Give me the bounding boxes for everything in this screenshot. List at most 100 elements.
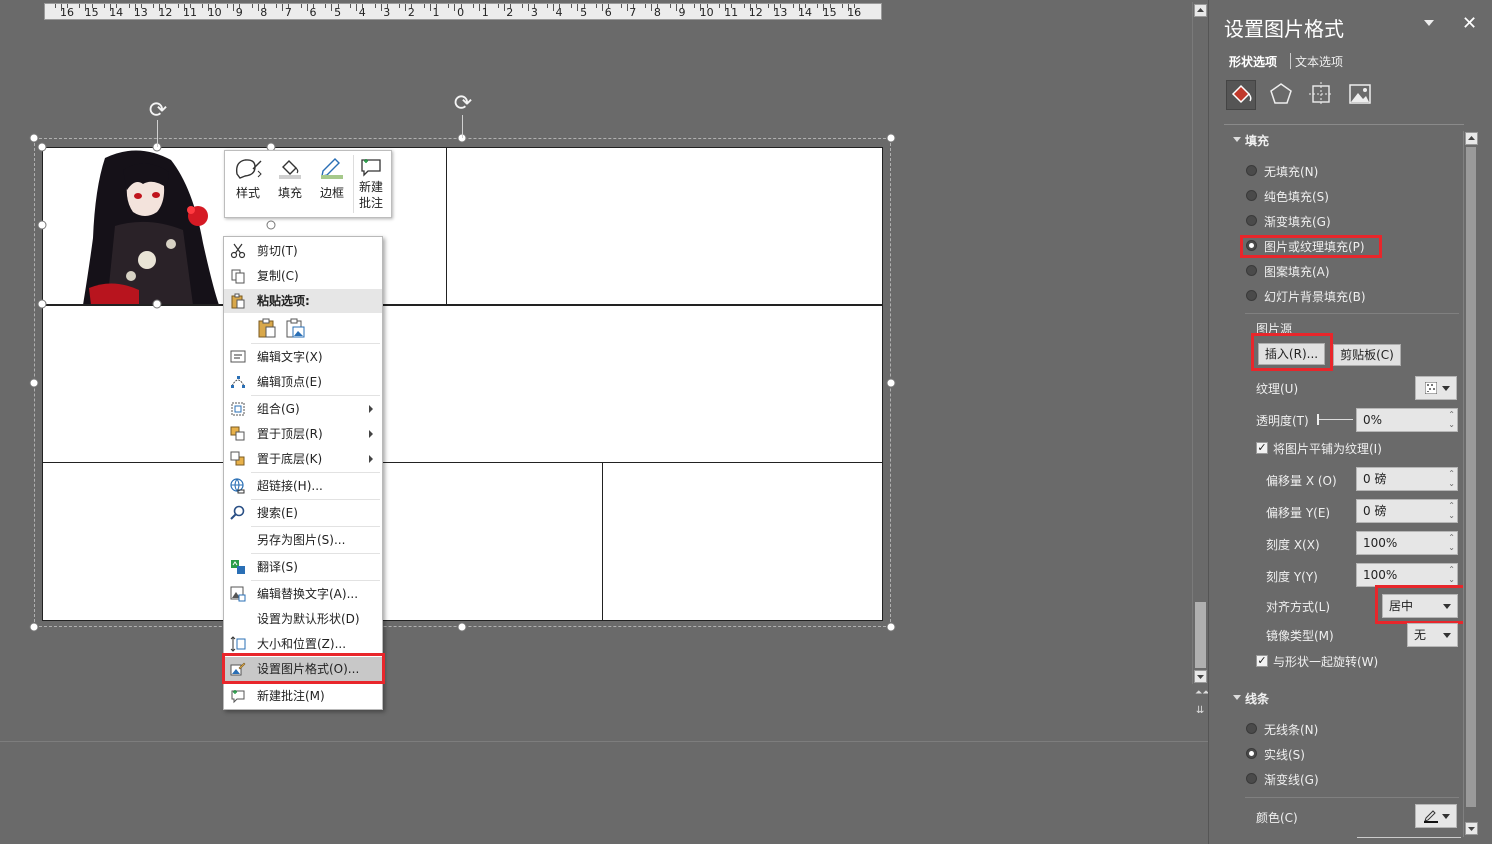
picture-category[interactable] xyxy=(1346,80,1376,110)
insert-button[interactable]: 插入(R)... xyxy=(1258,343,1325,365)
line-section-title[interactable]: 线条 xyxy=(1245,690,1269,707)
clipboard-button[interactable]: 剪贴板(C) xyxy=(1333,344,1401,366)
effects-category[interactable] xyxy=(1267,80,1297,110)
anime-girl-picture[interactable] xyxy=(43,148,223,305)
menu-item-copy[interactable]: 复制(C) xyxy=(224,264,382,288)
ruler-tick xyxy=(288,4,290,8)
picture-resize-handle[interactable] xyxy=(37,142,47,152)
texture-dropdown[interactable] xyxy=(1415,376,1457,400)
radio-picture-texture-fill[interactable] xyxy=(1246,240,1257,251)
menu-item-hyperlink[interactable]: 超链接(H)... xyxy=(224,474,382,498)
menu-item-save-as-picture[interactable]: 另存为图片(S)... xyxy=(224,528,382,552)
tab-shape-options[interactable]: 形状选项 xyxy=(1229,53,1277,70)
paste-option-picture[interactable] xyxy=(284,317,306,341)
rotate-icon[interactable]: ⟳ xyxy=(452,93,474,115)
ruler-tick xyxy=(669,4,671,8)
resize-handle[interactable] xyxy=(886,378,896,388)
radio-no-line[interactable] xyxy=(1246,723,1257,734)
table-border xyxy=(446,148,447,305)
tab-text-options[interactable]: 文本选项 xyxy=(1295,53,1343,70)
menu-item-bring-to-front[interactable]: 置于顶层(R) xyxy=(224,422,382,446)
menu-item-translate[interactable]: 翻译(S) xyxy=(224,555,382,579)
new-comment-icon xyxy=(231,690,245,704)
menu-item-search[interactable]: 搜索(E) xyxy=(224,501,382,525)
offset-x-input[interactable]: 0 磅 ⌃ ⌄ xyxy=(1356,467,1458,491)
paste-option-keep-source[interactable] xyxy=(256,317,278,341)
slider-knob[interactable] xyxy=(1317,414,1319,425)
radio-gradient-line[interactable] xyxy=(1246,773,1257,784)
radio-label: 纯色填充(S) xyxy=(1264,190,1329,204)
radio-slide-background-fill[interactable] xyxy=(1246,290,1257,301)
menu-item-new-comment[interactable]: 新建批注(M) xyxy=(224,684,382,708)
close-icon[interactable]: ✕ xyxy=(1462,13,1477,34)
scale-x-input[interactable]: 100% ⌃ ⌄ xyxy=(1356,531,1458,555)
line-color-dropdown[interactable] xyxy=(1415,804,1457,828)
radio-solid-line[interactable] xyxy=(1246,748,1257,759)
pane-options-dropdown-icon[interactable] xyxy=(1424,20,1434,26)
new-comment-button[interactable]: 新建 批注 xyxy=(352,155,390,213)
menu-item-send-to-back[interactable]: 置于底层(K) xyxy=(224,447,382,471)
radio-no-fill[interactable] xyxy=(1246,165,1257,176)
fill-line-icon xyxy=(1231,84,1252,104)
border-button[interactable]: 边框 xyxy=(312,155,352,213)
style-label: 样式 xyxy=(235,186,260,200)
menu-item-format-picture[interactable]: 设置图片格式(O)... xyxy=(224,657,382,681)
slide-table[interactable] xyxy=(42,147,883,621)
tile-checkbox[interactable]: ✓ xyxy=(1256,442,1268,454)
ruler-tick xyxy=(694,4,696,8)
radio-solid-fill[interactable] xyxy=(1246,190,1257,201)
scroll-thumb[interactable] xyxy=(1195,602,1206,668)
resize-handle[interactable] xyxy=(29,622,39,632)
radio-pattern-fill[interactable] xyxy=(1246,265,1257,276)
resize-handle[interactable] xyxy=(886,133,896,143)
menu-item-group[interactable]: 组合(G) xyxy=(224,397,382,421)
picture-resize-handle[interactable] xyxy=(37,220,47,230)
collapse-line-icon[interactable] xyxy=(1233,695,1241,700)
radio-gradient-fill[interactable] xyxy=(1246,215,1257,226)
scale-y-input[interactable]: 100% ⌃ ⌄ xyxy=(1356,563,1458,587)
offset-y-input[interactable]: 0 磅 ⌃ ⌄ xyxy=(1356,499,1458,523)
rotate-with-shape-checkbox[interactable]: ✓ xyxy=(1256,655,1268,667)
pen-border-icon xyxy=(321,158,343,179)
rotate-icon[interactable]: ⟳ xyxy=(147,100,169,122)
ruler-tick xyxy=(595,4,597,8)
menu-item-edit-text[interactable]: 编辑文字(X) xyxy=(224,345,382,369)
menu-item-cut[interactable]: 剪切(T) xyxy=(224,239,382,263)
pane-scroll-thumb[interactable] xyxy=(1466,147,1476,807)
scroll-up-button[interactable] xyxy=(1194,4,1207,17)
collapse-fill-icon[interactable] xyxy=(1233,137,1241,142)
ruler-tick xyxy=(313,4,314,8)
ruler-tick xyxy=(485,4,487,8)
ruler-tick xyxy=(522,4,524,8)
menu-item-edit-points[interactable]: 编辑顶点(E) xyxy=(224,370,382,394)
menu-item-size-position[interactable]: 大小和位置(Z)... xyxy=(224,632,382,656)
picture-resize-handle[interactable] xyxy=(152,299,162,309)
fill-line-category[interactable] xyxy=(1226,80,1256,110)
pane-scroll-down-button[interactable] xyxy=(1465,822,1478,835)
fill-section-title[interactable]: 填充 xyxy=(1245,132,1269,149)
pane-scroll-up-button[interactable] xyxy=(1465,132,1478,145)
resize-handle[interactable] xyxy=(29,378,39,388)
picture-resize-handle[interactable] xyxy=(37,299,47,309)
pane-scrollbar[interactable] xyxy=(1463,131,1478,837)
next-slide-icon[interactable]: ⇊ xyxy=(1196,706,1204,716)
menu-item-set-default-shape[interactable]: 设置为默认形状(D) xyxy=(224,607,382,631)
transparency-input[interactable]: 0% ⌃ ⌄ xyxy=(1356,408,1458,432)
send-back-icon xyxy=(230,451,245,466)
search-icon xyxy=(230,505,245,520)
picture-resize-handle[interactable] xyxy=(266,220,276,230)
resize-handle[interactable] xyxy=(29,133,39,143)
style-button[interactable]: 样式 xyxy=(228,155,268,213)
notes-area[interactable] xyxy=(0,741,1208,844)
mirror-dropdown[interactable]: 无 xyxy=(1407,623,1458,647)
alignment-dropdown[interactable]: 居中 xyxy=(1382,594,1458,618)
transparency-slider[interactable] xyxy=(1317,414,1353,425)
radio-label: 图案填充(A) xyxy=(1264,265,1330,279)
size-properties-category[interactable] xyxy=(1307,80,1337,110)
editor-scrollbar[interactable]: ⏶⏶ ⇊ xyxy=(1192,2,1209,716)
scroll-down-button[interactable] xyxy=(1194,670,1207,683)
resize-handle[interactable] xyxy=(457,622,467,632)
resize-handle[interactable] xyxy=(886,622,896,632)
fill-button[interactable]: 填充 xyxy=(270,155,310,213)
menu-item-edit-alt-text[interactable]: 编辑替换文字(A)... xyxy=(224,582,382,606)
